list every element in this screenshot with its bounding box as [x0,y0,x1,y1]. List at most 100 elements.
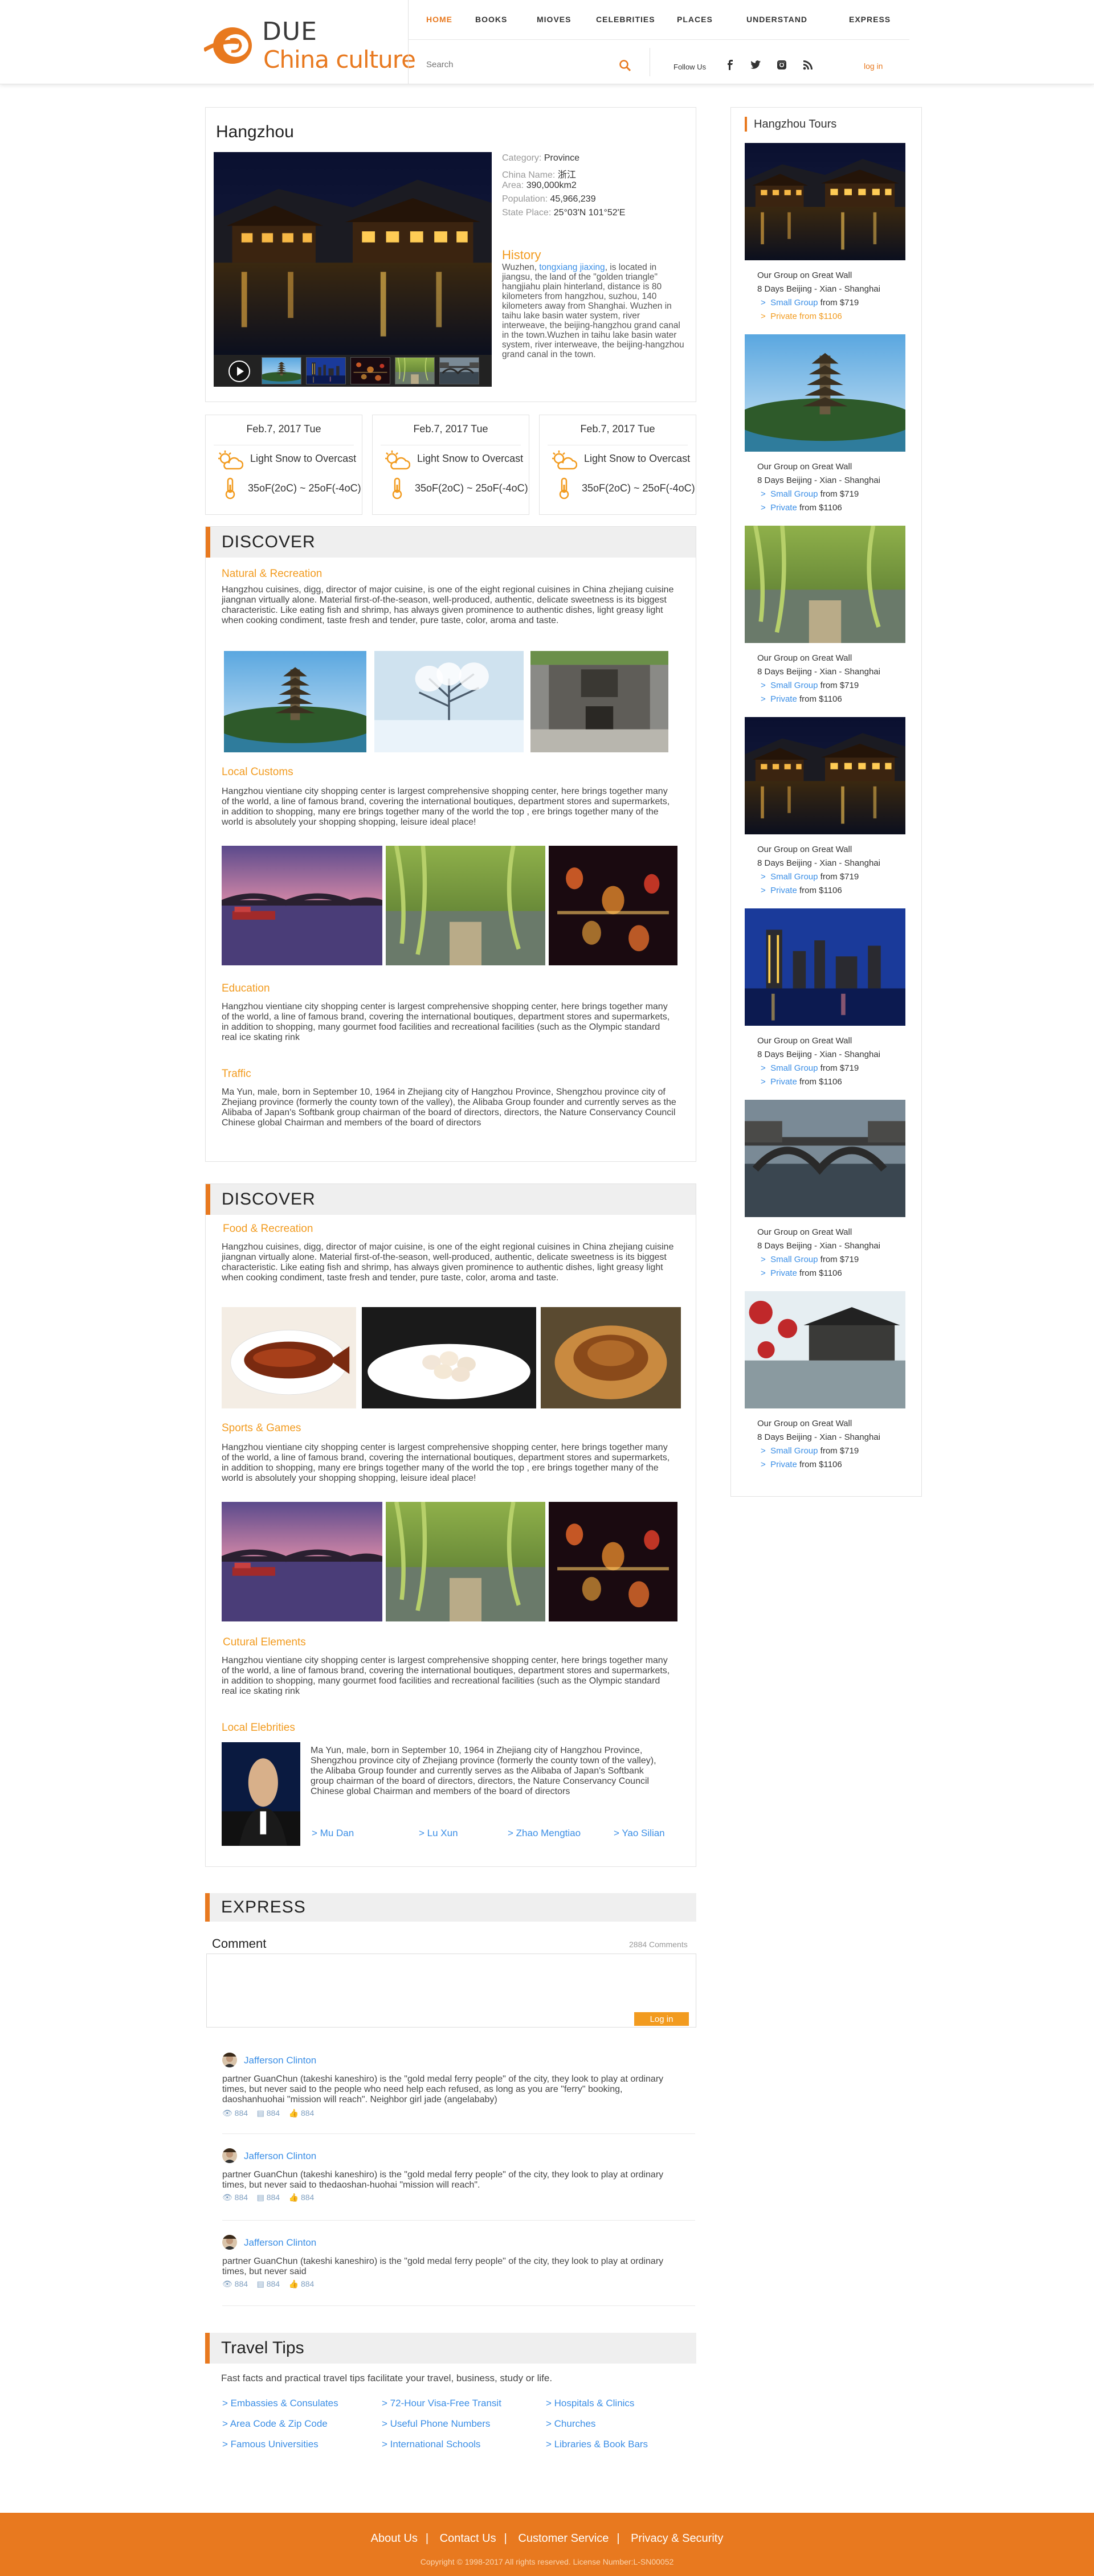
message-icon[interactable]: ▤ [257,2193,264,2202]
logo-icon[interactable] [204,21,256,67]
search-icon[interactable] [619,59,631,72]
tour-photo[interactable] [745,526,905,643]
tour-name[interactable]: Our Group on Great Wall [757,653,852,663]
history-link[interactable]: tongxiang jiaxing [539,263,605,272]
tour-photo[interactable] [745,908,905,1026]
photo-thumbnail[interactable] [350,357,390,384]
message-icon[interactable]: ▤ [257,2108,264,2118]
photo-thumbnail[interactable] [439,357,479,384]
facebook-icon[interactable] [725,59,736,71]
tour-option-private[interactable]: > Private from $1106 [761,1460,842,1469]
thumbs-up-icon[interactable]: 👍 [289,2108,299,2118]
photo-thumbnail[interactable] [395,357,435,384]
tour-option-small-group[interactable]: > Small Group from $719 [761,489,859,499]
tour-option-private[interactable]: > Private from $1106 [761,694,842,704]
nav-understand[interactable]: UNDERSTAND [746,15,807,24]
logo-text-bottom[interactable]: China culture [263,46,416,73]
tip-link[interactable]: Embassies & Consulates [222,2398,338,2409]
tour-name[interactable]: Our Group on Great Wall [757,1036,852,1046]
footer-about-us[interactable]: About Us [371,2532,418,2545]
tour-option-private[interactable]: > Private from $1106 [761,886,842,895]
tour-photo[interactable] [745,1291,905,1408]
thermometer-icon [559,477,569,499]
tour-photo[interactable] [745,1100,905,1217]
play-icon[interactable] [228,361,250,382]
celebrity-link[interactable]: Mu Dan [312,1828,354,1839]
submit-button[interactable]: Log in [634,2012,689,2026]
tip-link[interactable]: 72-Hour Visa-Free Transit [382,2398,501,2409]
tip-link[interactable]: Area Code & Zip Code [222,2418,328,2430]
tip-link[interactable]: Churches [546,2418,596,2430]
tip-link[interactable]: Useful Phone Numbers [382,2418,491,2430]
search-input[interactable] [426,56,631,73]
fact-category: Category: Province [502,153,580,163]
tip-link[interactable]: Libraries & Book Bars [546,2439,648,2450]
tip-link[interactable]: International Schools [382,2439,481,2450]
thumbs-up-icon[interactable]: 👍 [289,2279,299,2288]
tour-photo[interactable] [745,143,905,260]
tour-card[interactable]: Our Group on Great Wall 8 Days Beijing -… [745,1100,910,1291]
nav-movies[interactable]: MIOVES [537,15,571,24]
nav-celebrities[interactable]: CELEBRITIES [596,15,655,24]
weather-card: Feb.7, 2017 Tue Light Snow to Overcast 3… [372,415,529,515]
tour-option-small-group[interactable]: > Small Group from $719 [761,1255,859,1264]
twitter-icon[interactable] [750,59,761,71]
tour-card[interactable]: Our Group on Great Wall 8 Days Beijing -… [745,717,910,908]
weather-date: Feb.7, 2017 Tue [580,423,655,435]
nav-home[interactable]: HOME [426,15,452,24]
comment-input[interactable] [207,1954,696,2009]
thumbs-up-icon[interactable]: 👍 [289,2193,299,2202]
comment-item: Jafferson Clinton partner GuanChun (take… [222,2235,678,2297]
celebrity-link[interactable]: Lu Xun [419,1828,458,1839]
tour-option-private[interactable]: > Private from $1106 [761,1268,842,1278]
tour-option-private[interactable]: > Private from $1106 [761,312,842,321]
tip-link[interactable]: Hospitals & Clinics [546,2398,635,2409]
photo-night-lights [549,846,677,965]
tip-link[interactable]: Famous Universities [222,2439,319,2450]
nav-express[interactable]: EXPRESS [849,15,891,24]
tour-name[interactable]: Our Group on Great Wall [757,845,852,854]
photo-thumbnail[interactable] [262,357,301,384]
photo-thumbnail[interactable] [306,357,346,384]
tour-option-private[interactable]: > Private from $1106 [761,1077,842,1087]
tour-option-small-group[interactable]: > Small Group from $719 [761,872,859,882]
weather-temperature: 35oF(2oC) ~ 25oF(-4oC) [248,482,361,494]
footer-customer-service[interactable]: Customer Service [518,2532,609,2545]
instagram-icon[interactable] [776,59,787,71]
tour-card[interactable]: Our Group on Great Wall 8 Days Beijing -… [745,334,910,526]
tour-name[interactable]: Our Group on Great Wall [757,462,852,472]
tour-name[interactable]: Our Group on Great Wall [757,1227,852,1237]
comment-author[interactable]: Jafferson Clinton [244,2237,316,2249]
comment-count: 2884 Comments [629,1940,688,1949]
comment-author[interactable]: Jafferson Clinton [244,2055,316,2066]
comment-text: partner GuanChun (takeshi kaneshiro) is … [222,2170,664,2190]
tour-option-private[interactable]: > Private from $1106 [761,503,842,513]
tour-name[interactable]: Our Group on Great Wall [757,1419,852,1428]
tour-card[interactable]: Our Group on Great Wall 8 Days Beijing -… [745,526,910,717]
local-celebrities-title: Local Elebrities [222,1722,295,1734]
logo-text-top[interactable]: DUE [262,17,317,46]
tour-name[interactable]: Our Group on Great Wall [757,271,852,280]
tour-photo[interactable] [745,334,905,452]
tour-option-small-group[interactable]: > Small Group from $719 [761,681,859,690]
footer-links: About Us | Contact Us | Customer Service | … [370,2532,724,2545]
sports-games-title: Sports & Games [222,1422,301,1434]
tour-card[interactable]: Our Group on Great Wall 8 Days Beijing -… [745,1291,910,1482]
comment-author[interactable]: Jafferson Clinton [244,2151,316,2162]
tour-photo[interactable] [745,717,905,834]
nav-places[interactable]: PLACES [677,15,713,24]
tour-card[interactable]: Our Group on Great Wall 8 Days Beijing -… [745,908,910,1100]
footer-contact-us[interactable]: Contact Us [440,2532,496,2545]
tour-option-small-group[interactable]: > Small Group from $719 [761,1446,859,1456]
tour-option-small-group[interactable]: > Small Group from $719 [761,298,859,308]
tour-card[interactable]: Our Group on Great Wall 8 Days Beijing -… [745,143,910,334]
rss-icon[interactable] [802,59,814,71]
comment-stats: 👁 884 ▤ 884 👍 884 [222,2193,315,2202]
login-link[interactable]: log in [864,62,883,71]
tour-option-small-group[interactable]: > Small Group from $719 [761,1063,859,1073]
nav-books[interactable]: BOOKS [475,15,507,24]
message-icon[interactable]: ▤ [257,2279,264,2288]
celebrity-link[interactable]: Yao Silian [614,1828,664,1839]
celebrity-link[interactable]: Zhao Mengtiao [508,1828,581,1839]
footer-privacy-security[interactable]: Privacy & Security [631,2532,723,2545]
